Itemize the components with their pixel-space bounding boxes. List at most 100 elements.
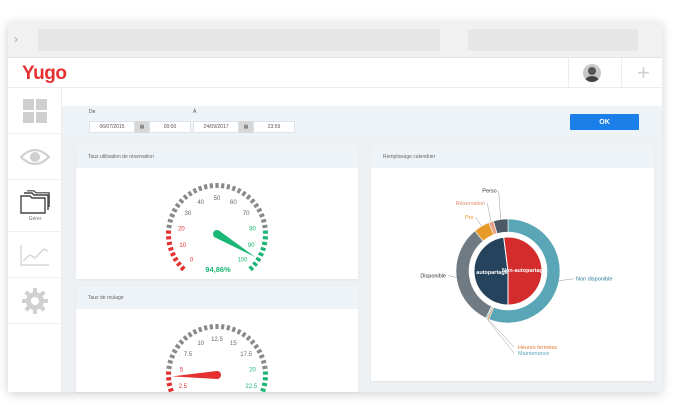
chevron-right-icon[interactable]: › (14, 32, 18, 46)
donut-leader-line (498, 190, 501, 220)
date-filter-bar: De 06/07/2015 ▦ 00:00 À 24/09/2017 ▦ 23:… (62, 106, 662, 136)
sidebar-item-stats[interactable] (8, 232, 62, 278)
gauge-tick (203, 325, 208, 331)
sidebar-item-manage[interactable]: Gérer (8, 180, 62, 232)
yugo-logo[interactable]: Yugo (22, 63, 67, 85)
ok-button[interactable]: OK (570, 114, 639, 130)
gauge-tick (203, 184, 208, 190)
gauge-tick-label: 70 (243, 211, 250, 217)
gauge-tick (168, 387, 174, 392)
gauge-tick-label: 60 (230, 200, 237, 206)
folders-icon (20, 189, 50, 214)
browser-search-bar[interactable] (468, 29, 638, 51)
browser-bar: › (8, 22, 662, 58)
gauge-hub (213, 371, 221, 379)
eye-icon (20, 148, 50, 165)
gauge-tick-label: 2.5 (179, 384, 188, 390)
gauge-tick (261, 382, 268, 387)
gauge-tick (166, 382, 173, 387)
rolling-gauge: 02.557.51012.51517.52022.525 (165, 324, 269, 392)
gear-icon (22, 287, 48, 314)
to-time-input[interactable]: 23:59 (253, 121, 295, 133)
gauge-tick (236, 328, 242, 335)
gauge-tick-label: 7.5 (184, 352, 193, 358)
gauge-tick-label: 22.5 (245, 384, 257, 390)
gauge-tick-label: 30 (185, 211, 192, 217)
gauge-tick-label: 100 (237, 257, 248, 263)
gauge-tick (231, 185, 237, 192)
gauge-tick (167, 359, 174, 365)
sidebar-item-dashboard[interactable] (8, 88, 62, 134)
gauge-tick (179, 265, 186, 272)
calendar-button[interactable]: ▦ (239, 121, 253, 133)
gauge-tick (241, 190, 247, 197)
gauge-tick (245, 194, 252, 201)
card-title: Taux de roulage (76, 287, 358, 309)
gauge-tick (168, 246, 174, 252)
gauge-tick (252, 261, 259, 267)
donut-inner-label: Non-autopartage (502, 268, 546, 274)
donut-outer-label: Maintenance (518, 351, 550, 357)
gauge-tick (248, 265, 255, 272)
gauge-tick-label: 12.5 (211, 337, 223, 343)
gauge-tick (182, 194, 189, 201)
card-title: Remplissage calendrier (371, 146, 654, 168)
gauge-tick (175, 261, 182, 267)
sidebar: Gérer (8, 88, 62, 392)
usage-gauge: 010203040506070809010094,86% (165, 183, 269, 277)
gauge-tick (209, 183, 214, 189)
gauge-tick (258, 354, 265, 359)
from-time-input[interactable]: 00:00 (149, 121, 191, 133)
gauge-tick-label: 10 (179, 243, 186, 249)
gauge-tick-label: 40 (197, 200, 204, 206)
gauge-tick (255, 256, 262, 263)
to-date-input[interactable]: 24/09/2017 (193, 121, 239, 133)
gauge-tick-label: 10 (197, 341, 204, 347)
donut-outer-label: Réservation (456, 201, 485, 207)
gauge-tick (178, 198, 185, 204)
gauge-tick (253, 202, 260, 209)
from-label: De (89, 109, 96, 115)
gauge-tick (249, 198, 256, 204)
gauge-value-label: 94,86% (205, 265, 231, 274)
gauge-tick (260, 387, 266, 392)
gauge-tick (220, 324, 225, 330)
donut-leader-line (447, 275, 457, 278)
sidebar-item-label: Gérer (28, 215, 42, 222)
gauge-tick (169, 213, 176, 218)
gauge-tick (258, 251, 264, 257)
gauge-tick (226, 184, 231, 190)
header-divider (621, 58, 622, 88)
gauge-tick-label: 90 (248, 243, 255, 249)
from-date-input[interactable]: 06/07/2015 (89, 121, 135, 133)
gauge-tick (260, 218, 267, 224)
gauge-tick (172, 256, 179, 263)
gauge-tick (231, 326, 237, 333)
donut-outer-label: Disponible (420, 274, 446, 280)
gauge-tick-label: 80 (249, 226, 256, 232)
gauge-tick (262, 224, 268, 229)
donut-leader-line (486, 318, 515, 354)
plus-icon[interactable]: + (637, 60, 650, 86)
gauge-tick (197, 326, 203, 333)
calendar-button[interactable]: ▦ (135, 121, 149, 133)
gauge-hub (213, 230, 221, 238)
gauge-tick (171, 207, 178, 213)
avatar[interactable] (583, 64, 601, 82)
gauge-tick (256, 207, 263, 213)
gauge-tick-label: 15 (230, 341, 237, 347)
sidebar-item-settings[interactable] (8, 278, 62, 324)
donut-outer-label: Perso (482, 189, 496, 195)
header-divider (568, 58, 569, 88)
gauge-tick-label: 20 (249, 367, 256, 373)
sidebar-item-view[interactable] (8, 134, 62, 180)
gauge-tick (197, 185, 203, 192)
app-header: Yugo + (8, 58, 662, 88)
gauge-tick (236, 187, 242, 194)
gauge-tick-label: 50 (214, 196, 221, 202)
address-bar[interactable] (38, 29, 440, 51)
gauge-tick (220, 183, 225, 189)
gauge-tick (249, 339, 256, 345)
gauge-tick (182, 335, 189, 342)
usage-card: Taux utilisation de réservation 0 10 20 30 4… (76, 146, 358, 279)
